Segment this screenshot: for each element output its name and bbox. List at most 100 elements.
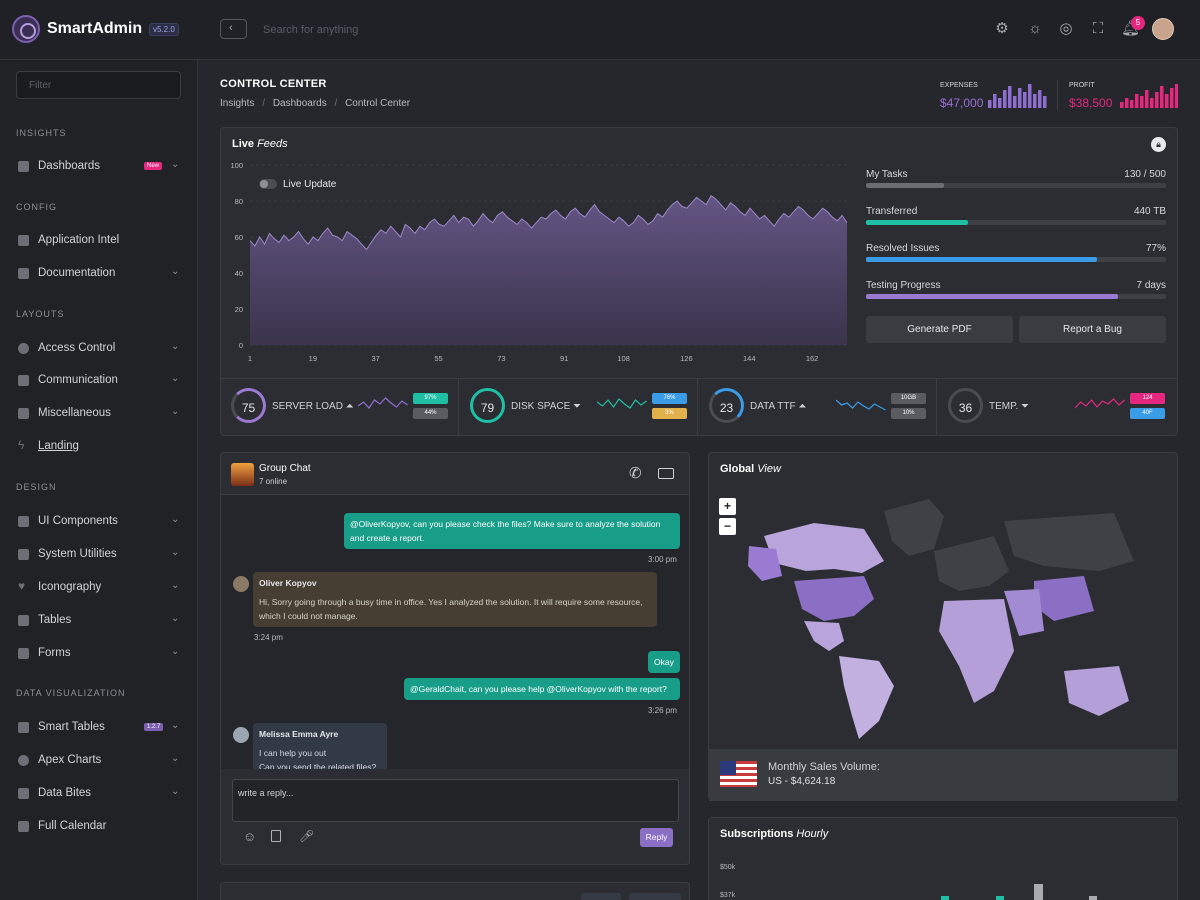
australia-region [1064,666,1129,716]
expenses-label: EXPENSES [940,82,978,89]
stat-sparkline [597,398,647,409]
profit-bar [1155,92,1159,108]
chevron-down-icon: ⌄ [171,406,180,417]
x-tick-label: 108 [617,354,630,363]
zoom-out-button[interactable]: − [719,518,736,535]
canada-region [764,523,884,573]
breadcrumb-item[interactable]: Dashboards [273,98,327,109]
video-icon[interactable] [658,468,674,479]
sidebar-item-label: Full Calendar [38,820,107,832]
chat-message-outgoing: @OliverKopyov, can you please check the … [344,513,680,549]
chevron-left-icon: ‹ [229,22,233,34]
logo-icon[interactable] [12,15,40,43]
report-bug-button[interactable]: Report a Bug [1019,316,1166,343]
chevron-down-icon: ⌄ [171,373,180,384]
sidebar-item-tables[interactable]: Tables ⌄ [16,613,181,631]
profit-bar [1120,102,1124,108]
chat-messages: @OliverKopyov, can you please check the … [221,495,689,769]
expenses-bar [1038,90,1042,108]
stat-disk-space: 79 DISK SPACE ⏷ 76% 3% [460,378,698,436]
generate-pdf-button[interactable]: Generate PDF [866,316,1013,343]
y-tick-label: $50k [720,864,736,871]
reply-input[interactable]: write a reply... [232,779,679,822]
expenses-bar [1003,90,1007,108]
sidebar-item-ui-components[interactable]: UI Components ⌄ [16,514,181,532]
sun-icon[interactable]: ☼ [1027,21,1043,37]
app-name[interactable]: SmartAdmin [47,20,142,38]
card-button[interactable] [581,893,621,900]
sidebar-item-system-utilities[interactable]: System Utilities ⌄ [16,547,181,565]
expenses-bar [993,94,997,108]
expenses-bars [988,84,1047,108]
microphone-icon[interactable]: 🎤︎ [299,829,314,843]
chevron-down-icon: ⌄ [171,547,180,558]
chat-message-outgoing: Okay [648,651,680,673]
sidebar-item-label: Application Intel [38,234,120,246]
sidebar-item-landing[interactable]: ϟ Landing [16,438,181,457]
zoom-in-button[interactable]: + [719,498,736,515]
avatar[interactable] [1152,18,1174,40]
profit-kpi: PROFIT $38,500 [1069,82,1112,110]
chevron-down-icon: ⌄ [171,720,180,731]
chat-title: Group Chat [259,463,311,474]
sidebar-item-smart-tables[interactable]: Smart Tables 1.2.7 ⌄ [16,720,181,738]
monthly-sales-label: Monthly Sales Volume: [768,761,880,773]
section-data-visualization: DATA VISUALIZATION [16,688,126,698]
sidebar-item-access-control[interactable]: Access Control ⌄ [16,341,181,359]
chevron-down-icon: ⌄ [171,786,180,797]
stat-pill-top: 76% [652,393,687,404]
sidebar-item-documentation[interactable]: Documentation ⌄ [16,266,181,284]
chevron-down-icon: ⌄ [171,514,180,525]
profit-bar [1175,84,1178,108]
chat-message-outgoing: @GeraldChait, can you please help @Olive… [404,678,680,700]
sidebar-item-label: Iconography [38,581,102,593]
sidebar-item-application-intel[interactable]: Application Intel [16,233,181,251]
expenses-bar [1028,84,1032,108]
stat-value: 23 [719,401,734,415]
stat-gauge: 36 [948,388,983,423]
fullscreen-icon[interactable]: ⛶ [1090,21,1106,37]
lock-icon[interactable]: 🔒︎ [1151,137,1166,152]
y-tick-label: 20 [235,305,243,314]
file-icon[interactable] [271,830,281,842]
collapse-sidebar-button[interactable]: ‹ [220,19,247,39]
search-input[interactable]: Search for anything [263,24,358,36]
reply-button[interactable]: Reply [640,828,673,847]
sidebar-item-data-bites[interactable]: Data Bites ⌄ [16,786,181,804]
chevron-down-icon: ⌄ [171,753,180,764]
breadcrumb-item[interactable]: Insights [220,98,254,109]
y-tick-label: 0 [239,341,243,350]
stat-pill-top: 97% [413,393,448,404]
chip-icon [18,235,29,246]
expenses-sparkbars [988,84,1047,108]
stat-label: DATA TTF ⏶ [750,401,807,412]
task-progress-row: Transferred 440 TB [866,206,1166,225]
new-badge: New [144,162,163,170]
chat-message-incoming: Oliver Kopyov Hi, Sorry going through a … [253,572,657,627]
pie-chart-icon [18,755,29,766]
x-tick-label: 73 [497,354,505,363]
world-map[interactable] [744,491,1144,741]
sidebar-item-communication[interactable]: Communication ⌄ [16,373,181,391]
card-button[interactable] [629,893,681,900]
task-value: 7 days [1136,280,1166,291]
sidebar-item-full-calendar[interactable]: Full Calendar [16,819,181,837]
phone-icon[interactable]: ✆ [629,464,642,482]
top-bar: SmartAdmin v5.2.0 ‹ Search for anything … [0,0,1200,60]
profit-sparkbars [1120,84,1178,108]
gear-icon[interactable]: ⚙ [994,21,1010,37]
sidebar-item-forms[interactable]: Forms ⌄ [16,646,181,664]
sidebar-item-dashboards[interactable]: Dashboards New ⌄ [16,159,181,177]
dashboard-icon [18,161,29,172]
sidebar-item-iconography[interactable]: ♥ Iconography ⌄ [16,579,181,598]
emoji-icon[interactable]: ☺ [243,829,256,844]
sidebar-item-miscellaneous[interactable]: Miscellaneous ⌄ [16,406,181,424]
book-icon [18,268,29,279]
x-tick-label: 19 [309,354,317,363]
china-region [1034,576,1094,621]
filter-input[interactable]: Filter [16,71,181,99]
stat-server-load: 75 SERVER LOAD ⏶ 97% 44% [221,378,459,436]
stat-pill-bottom: 3% [652,408,687,419]
sidebar-item-apex-charts[interactable]: Apex Charts ⌄ [16,753,181,771]
theme-icon[interactable]: ◎ [1058,21,1074,37]
